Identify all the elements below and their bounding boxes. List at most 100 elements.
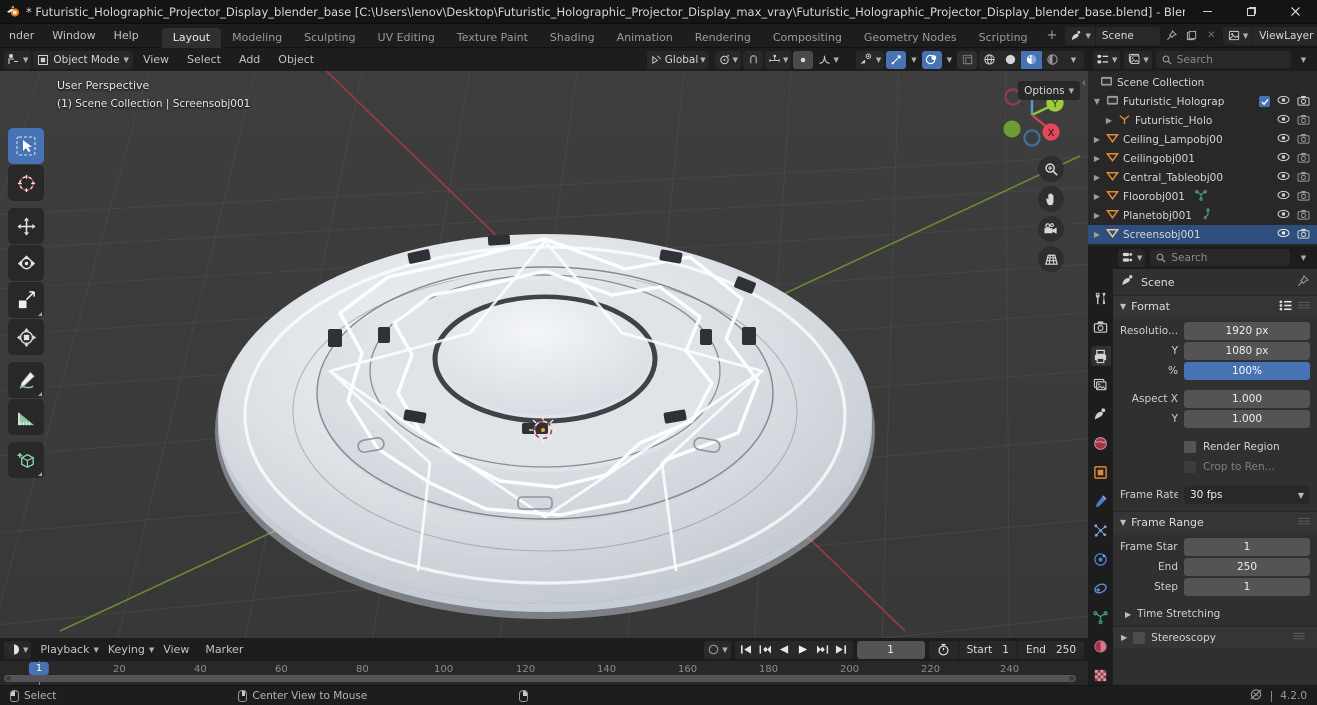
pan-view-button[interactable] xyxy=(1038,186,1064,212)
jump-to-end-button[interactable] xyxy=(832,641,851,659)
viewport-menu-object[interactable]: Object xyxy=(270,48,322,71)
format-panel-header[interactable]: ▼ Format xyxy=(1113,296,1317,317)
world-tab[interactable] xyxy=(1091,433,1111,453)
render-region-row[interactable]: Render Region xyxy=(1120,438,1310,456)
annotate-tool-button[interactable] xyxy=(8,362,44,398)
disclosure-triangle-icon[interactable]: ▶ xyxy=(1092,154,1102,163)
play-reverse-button[interactable] xyxy=(775,641,794,659)
disclosure-triangle-icon[interactable]: ▶ xyxy=(1125,610,1131,619)
timeline-menu-keying[interactable]: Keying xyxy=(101,638,152,661)
menu-window[interactable]: Window xyxy=(43,24,104,48)
frame-end-field[interactable]: End 250 xyxy=(1016,640,1084,659)
close-button[interactable] xyxy=(1273,0,1317,24)
frame-range-panel-header[interactable]: ▼ Frame Range xyxy=(1113,512,1317,533)
playhead-label[interactable]: 1 xyxy=(28,662,50,675)
snap-settings[interactable]: ▼ xyxy=(765,50,792,69)
eye-icon[interactable] xyxy=(1277,190,1290,203)
disclosure-triangle-icon[interactable]: ▼ xyxy=(1120,518,1126,527)
eye-icon[interactable] xyxy=(1277,171,1290,184)
timeline-menu-playback[interactable]: Playback xyxy=(33,638,96,661)
disclosure-triangle-icon[interactable]: ▶ xyxy=(1104,116,1114,125)
rotate-tool-button[interactable] xyxy=(8,245,44,281)
add-workspace-button[interactable]: + xyxy=(1039,24,1066,48)
render-tab[interactable] xyxy=(1091,317,1111,337)
pin-scene-icon[interactable] xyxy=(1163,27,1180,45)
menu-help[interactable]: Help xyxy=(105,24,148,48)
current-frame-field[interactable]: 1 xyxy=(856,640,925,659)
workspace-tab-shading[interactable]: Shading xyxy=(539,28,606,48)
proportional-falloff-selector[interactable]: ▼ xyxy=(815,51,841,69)
timeline-ruler[interactable]: 20 40 60 80 100 120 140 160 180 200 220 … xyxy=(0,661,1088,685)
object-mode-selector[interactable]: Object Mode ▼ xyxy=(33,50,133,69)
timeline-menu-marker[interactable]: Marker xyxy=(198,638,250,661)
stereoscopy-checkbox[interactable] xyxy=(1133,631,1146,644)
camera-icon[interactable] xyxy=(1297,190,1310,204)
resolution-x-field[interactable]: 1920 px xyxy=(1184,322,1310,340)
resolution-y-field[interactable]: 1080 px xyxy=(1184,342,1310,360)
outliner-row-futuristic-empty[interactable]: ▶ Futuristic_Holo xyxy=(1088,111,1317,130)
viewport-menu-add[interactable]: Add xyxy=(231,48,268,71)
camera-icon[interactable] xyxy=(1297,171,1310,185)
camera-view-button[interactable] xyxy=(1038,216,1064,242)
outliner-row-ceiling-lamp[interactable]: ▶ Ceiling_Lampobj00 xyxy=(1088,130,1317,149)
next-keyframe-button[interactable] xyxy=(813,641,832,659)
overlays-toggle[interactable] xyxy=(921,50,942,69)
viewport-menu-select[interactable]: Select xyxy=(179,48,229,71)
eye-icon[interactable] xyxy=(1277,133,1290,146)
viewport-menu-view[interactable]: View xyxy=(135,48,177,71)
output-tab[interactable] xyxy=(1090,346,1111,366)
auto-keying-toggle[interactable]: ▼ xyxy=(704,640,731,659)
timeline-menu-view[interactable]: View xyxy=(156,638,196,661)
transform-orientation-selector[interactable]: Global ▼ xyxy=(646,50,709,69)
frame-start-field[interactable]: Start 1 xyxy=(957,640,1017,659)
minimize-button[interactable] xyxy=(1185,0,1229,24)
xray-toggle[interactable] xyxy=(957,50,977,69)
properties-filter-button[interactable]: ▼ xyxy=(1295,249,1312,267)
outliner-row-central-table[interactable]: ▶ Central_Tableobj00 xyxy=(1088,168,1317,187)
zoom-view-button[interactable] xyxy=(1038,156,1064,182)
scene-tab[interactable] xyxy=(1091,404,1111,424)
particles-tab[interactable] xyxy=(1091,520,1111,540)
workspace-tab-sculpting[interactable]: Sculpting xyxy=(293,28,366,48)
workspace-tab-scripting[interactable]: Scripting xyxy=(968,28,1039,48)
timeline-editor-type-selector[interactable]: ▼ xyxy=(4,640,32,659)
camera-icon[interactable] xyxy=(1297,152,1310,166)
camera-icon[interactable] xyxy=(1297,133,1310,147)
visibility-selector[interactable]: ▼ xyxy=(855,50,885,69)
outliner-search-input[interactable]: Search xyxy=(1155,51,1291,68)
viewport-options-button[interactable]: Options ▼ xyxy=(1018,81,1080,100)
frame-end-field[interactable]: 250 xyxy=(1184,558,1310,576)
menu-render[interactable]: nder xyxy=(0,24,43,48)
disclosure-triangle-icon[interactable]: ▶ xyxy=(1092,173,1102,182)
eye-icon[interactable] xyxy=(1277,95,1290,108)
new-scene-icon[interactable] xyxy=(1183,27,1200,45)
render-region-checkbox[interactable] xyxy=(1184,441,1196,453)
disclosure-triangle-icon[interactable]: ▶ xyxy=(1092,211,1102,220)
shading-settings-button[interactable]: ▼ xyxy=(1063,51,1084,69)
workspace-tab-uv-editing[interactable]: UV Editing xyxy=(367,28,446,48)
snap-magnet-toggle[interactable] xyxy=(743,50,764,69)
transform-tool-button[interactable] xyxy=(8,319,44,355)
outliner-row-screens[interactable]: ▶ Screensobj001 xyxy=(1088,225,1317,244)
disclosure-triangle-icon[interactable]: ▶ xyxy=(1092,230,1102,239)
play-button[interactable] xyxy=(794,641,813,659)
workspace-tab-texture-paint[interactable]: Texture Paint xyxy=(446,28,539,48)
pin-id-icon[interactable] xyxy=(1297,274,1310,290)
use-preview-range-icon[interactable] xyxy=(929,641,958,659)
gizmo-toggle[interactable] xyxy=(886,50,907,69)
frame-rate-dropdown[interactable]: 30 fps ▼ xyxy=(1184,486,1310,504)
pivot-point-selector[interactable]: ▼ xyxy=(714,50,742,69)
move-tool-button[interactable] xyxy=(8,208,44,244)
delete-scene-icon[interactable]: ✕ xyxy=(1203,27,1220,45)
properties-editor-type-selector[interactable]: ▼ xyxy=(1118,248,1146,267)
disclosure-triangle-icon[interactable]: ▼ xyxy=(1092,97,1102,106)
eye-icon[interactable] xyxy=(1277,152,1290,165)
resolution-percent-field[interactable]: 100% xyxy=(1184,362,1310,380)
eye-icon[interactable] xyxy=(1277,209,1290,222)
add-cube-tool-button[interactable] xyxy=(8,442,44,478)
material-tab[interactable] xyxy=(1091,636,1111,656)
time-stretching-subpanel[interactable]: ▶ Time Stretching xyxy=(1113,603,1317,625)
jump-to-start-button[interactable] xyxy=(737,641,756,659)
outliner-editor-type-selector[interactable]: ▼ xyxy=(1093,50,1121,69)
outliner-tree[interactable]: Scene Collection ▼ Futuristic_Holograp ▶… xyxy=(1088,71,1317,246)
